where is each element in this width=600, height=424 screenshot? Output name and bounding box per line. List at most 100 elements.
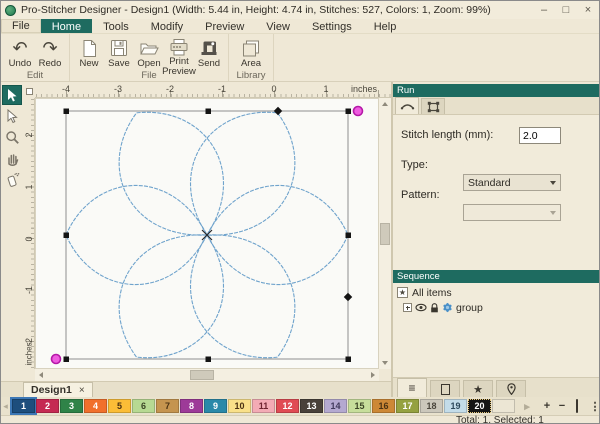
close-button[interactable]: × (577, 1, 599, 19)
thread-swatch[interactable]: 6 (132, 399, 155, 413)
maximize-button[interactable]: □ (555, 1, 577, 19)
window-title: Pro-Stitcher Designer - Design1 (Width: … (21, 4, 491, 16)
scroll-up-arrow[interactable] (382, 102, 388, 106)
save-floppy-icon (110, 38, 128, 58)
stitch-length-label: Stitch length (mm): (401, 129, 493, 141)
area-button[interactable]: Area (233, 36, 269, 70)
thread-swatch[interactable]: 10 (228, 399, 251, 413)
lock-icon[interactable] (430, 303, 439, 313)
design-canvas[interactable] (35, 98, 379, 369)
tab-settings[interactable]: Settings (301, 19, 363, 33)
open-button[interactable]: Open (134, 36, 164, 70)
scroll-left-arrow[interactable] (39, 372, 43, 378)
run-panel-tabs (393, 97, 600, 115)
select-tool-button[interactable] (2, 85, 22, 105)
thread-swatch[interactable]: 9 (204, 399, 227, 413)
scroll-right-arrow[interactable] (371, 372, 375, 378)
print-preview-button[interactable]: Print Preview (164, 36, 194, 70)
tree-item-group[interactable]: group (397, 301, 597, 314)
thread-swatch[interactable]: 17 (396, 399, 419, 413)
send-button[interactable]: Send (194, 36, 224, 70)
ribbon-group-library: Area Library (229, 34, 274, 81)
pan-tool-button[interactable] (2, 148, 22, 168)
thread-swatch[interactable]: 14 (324, 399, 347, 413)
redo-button[interactable]: ↷ Redo (35, 36, 65, 70)
open-folder-icon (139, 38, 159, 58)
palette-scroll-right[interactable]: ▸ (521, 400, 533, 413)
thread-swatch[interactable]: 7 (156, 399, 179, 413)
title-bar: Pro-Stitcher Designer - Design1 (Width: … (1, 1, 600, 19)
tab-preview[interactable]: Preview (194, 19, 255, 33)
remove-color-button[interactable]: − (556, 400, 568, 412)
thread-swatch[interactable]: 12 (276, 399, 299, 413)
save-button[interactable]: Save (104, 36, 134, 70)
cursor-icon (5, 88, 19, 103)
tab-stitch-properties[interactable] (395, 97, 419, 114)
list-icon: ≡ (408, 383, 415, 393)
visibility-eye-icon[interactable] (415, 303, 427, 312)
ruler-origin-box[interactable] (23, 84, 35, 98)
canvas-vertical-scrollbar[interactable] (379, 98, 391, 369)
type-label: Type: (401, 159, 428, 171)
ribbon-tab-bar: File Home Tools Modify Preview View Sett… (1, 19, 600, 34)
diamond-handle (344, 293, 352, 301)
expand-plus-icon[interactable] (403, 303, 412, 312)
undo-arrow-icon: ↶ (12, 38, 27, 58)
selection-summary: Total: 1, Selected: 1 (456, 415, 544, 424)
thread-swatch[interactable]: 8 (180, 399, 203, 413)
display-colors-button[interactable] (571, 400, 583, 412)
thread-swatch[interactable]: 2 (36, 399, 59, 413)
pattern-dropdown[interactable] (463, 204, 561, 221)
direct-select-tool-button[interactable] (2, 106, 22, 126)
tab-notes[interactable] (430, 380, 460, 397)
star-box-icon: ★ (397, 287, 408, 298)
thread-palette: 1 2 3 4 5 6 7 8 9 10 11 12 13 14 15 16 1… (12, 399, 515, 413)
new-page-icon (81, 38, 98, 58)
thread-swatch[interactable]: 20 (468, 399, 491, 413)
tree-item-all-items[interactable]: ★ All items (397, 286, 597, 299)
thread-swatch[interactable]: 18 (420, 399, 443, 413)
minimize-button[interactable]: – (533, 1, 555, 19)
stitch-length-input[interactable] (519, 127, 561, 144)
tab-favorites[interactable]: ★ (463, 380, 493, 397)
tab-sequence-list[interactable]: ≡ (397, 378, 427, 397)
undo-button[interactable]: ↶ Undo (5, 36, 35, 70)
selection-frame-icon (427, 101, 440, 113)
zoom-tool-button[interactable] (2, 127, 22, 147)
thread-swatch[interactable]: 4 (84, 399, 107, 413)
palette-menu-button[interactable]: ⋮ (589, 400, 600, 413)
tab-design1[interactable]: Design1 × (23, 382, 93, 397)
app-window: Pro-Stitcher Designer - Design1 (Width: … (0, 0, 600, 424)
outline-cursor-icon (5, 109, 19, 124)
star-icon: ★ (473, 383, 483, 396)
thread-swatch[interactable]: 13 (300, 399, 323, 413)
close-tab-icon[interactable]: × (79, 385, 85, 396)
tab-home[interactable]: Home (41, 19, 92, 33)
properties-panel: Run Stitch length (mm): Type: Standard P… (393, 84, 600, 397)
tab-location[interactable] (496, 380, 526, 397)
tab-view[interactable]: View (255, 19, 301, 33)
run-panel-header: Run (393, 84, 600, 97)
hscroll-thumb[interactable] (190, 370, 214, 380)
canvas-horizontal-scrollbar[interactable] (35, 369, 379, 381)
thread-swatch[interactable]: 1 (12, 399, 35, 413)
tab-selection-properties[interactable] (421, 98, 445, 114)
tab-modify[interactable]: Modify (140, 19, 194, 33)
tab-help[interactable]: Help (363, 19, 408, 33)
vscroll-thumb[interactable] (380, 223, 390, 245)
thread-swatch[interactable]: 11 (252, 399, 275, 413)
add-color-button[interactable]: + (541, 400, 553, 412)
thread-swatch[interactable]: 15 (348, 399, 371, 413)
scroll-down-arrow[interactable] (382, 361, 388, 365)
palette-scroll-left[interactable]: ◂ (1, 401, 10, 412)
thread-swatch[interactable]: 16 (372, 399, 395, 413)
stipple-tool-button[interactable] (2, 169, 22, 189)
thread-swatch[interactable]: 5 (108, 399, 131, 413)
menu-file[interactable]: File (1, 19, 41, 33)
group-label-file: File (70, 70, 228, 81)
thread-swatch[interactable]: 3 (60, 399, 83, 413)
thread-swatch-empty[interactable] (492, 399, 515, 413)
tab-tools[interactable]: Tools (92, 19, 140, 33)
thread-swatch[interactable]: 19 (444, 399, 467, 413)
new-button[interactable]: New (74, 36, 104, 70)
